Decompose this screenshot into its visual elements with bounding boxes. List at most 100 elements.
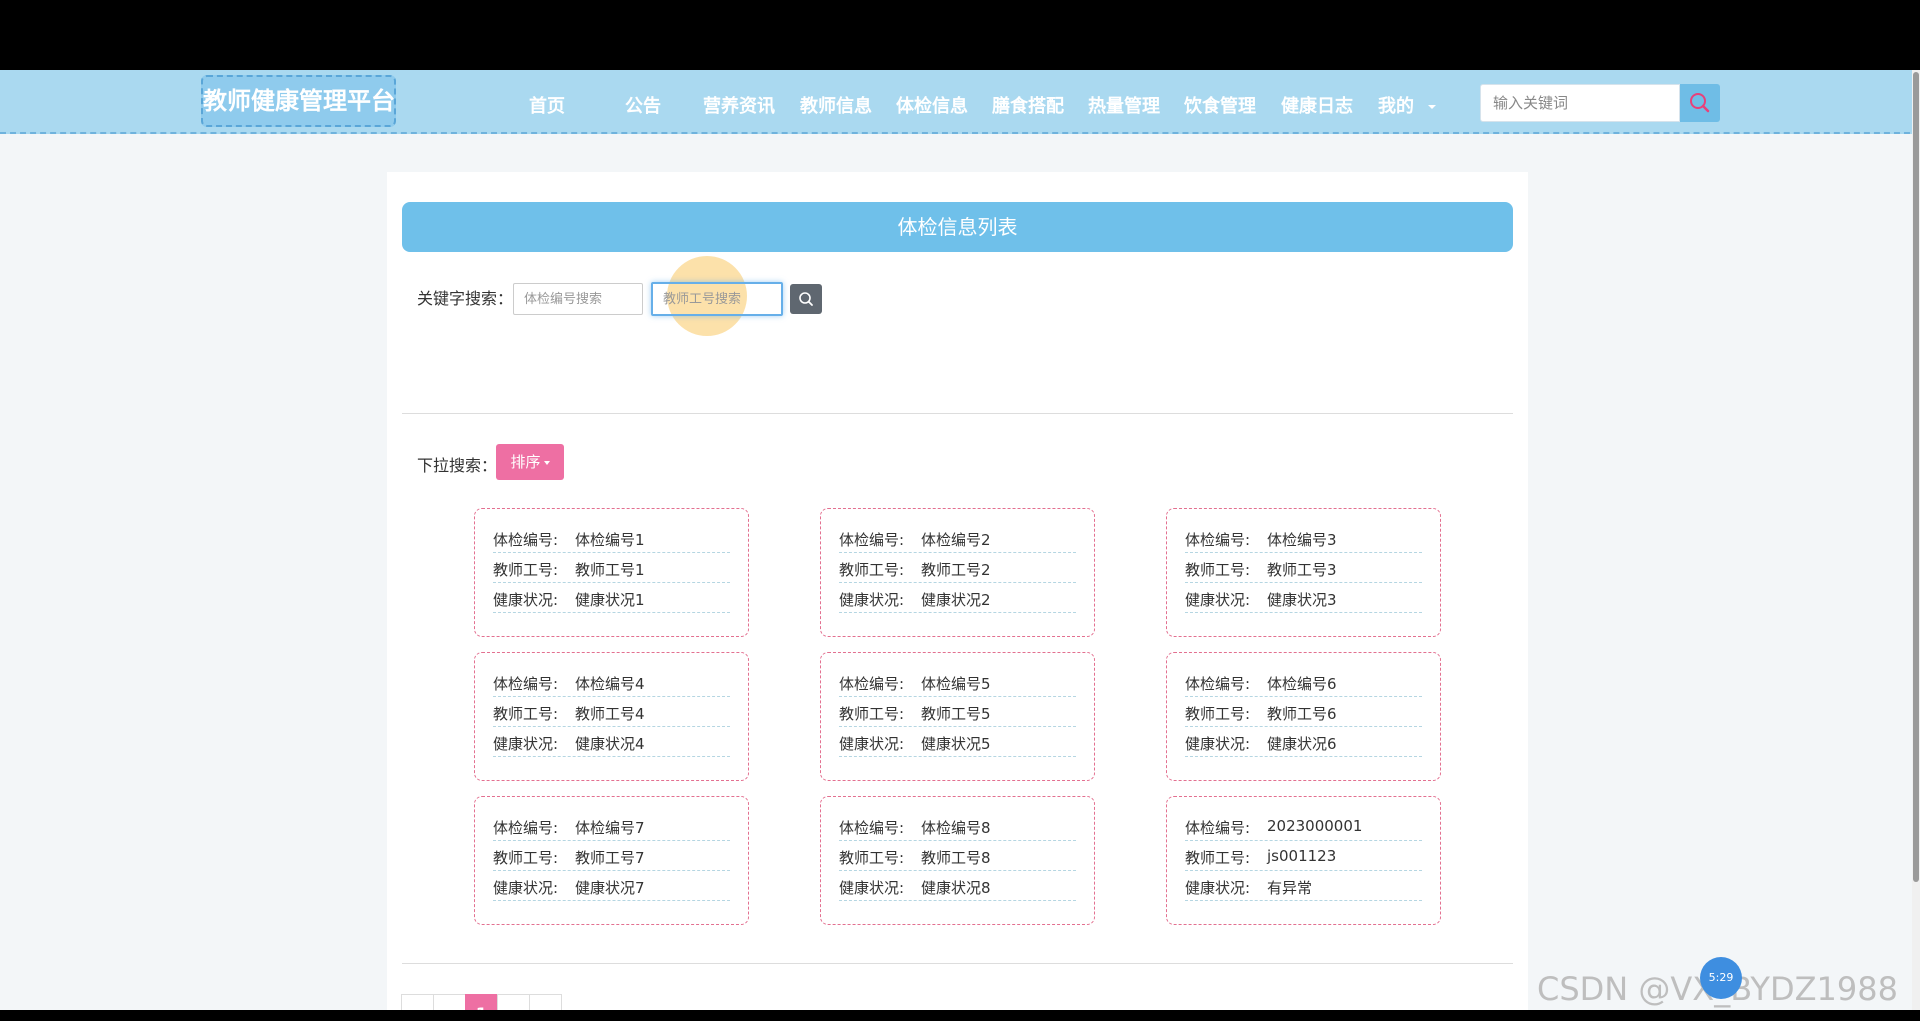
- card-row-teacher-no: 教师工号: 教师工号5: [839, 698, 1076, 727]
- card-row-exam-no: 体检编号: 体检编号1: [493, 524, 730, 553]
- nav-health-log[interactable]: 健康日志: [1281, 92, 1353, 118]
- field-label: 体检编号:: [493, 819, 559, 837]
- field-label: 教师工号:: [1185, 705, 1251, 723]
- header-search-input[interactable]: [1480, 84, 1680, 122]
- sort-dropdown-button[interactable]: 排序: [496, 444, 564, 480]
- field-label: 体检编号:: [1185, 531, 1251, 549]
- field-label: 教师工号:: [1185, 561, 1251, 579]
- exam-card[interactable]: 体检编号: 体检编号4 教师工号: 教师工号4 健康状况: 健康状况4: [474, 652, 749, 781]
- field-value: 健康状况4: [575, 735, 645, 753]
- card-row-exam-no: 体检编号: 体检编号4: [493, 668, 730, 697]
- card-row-health: 健康状况: 健康状况1: [493, 584, 730, 613]
- field-value: 健康状况6: [1267, 735, 1337, 753]
- chevron-down-icon: [1428, 105, 1436, 109]
- field-value: 健康状况3: [1267, 591, 1337, 609]
- nav-mine[interactable]: 我的: [1378, 92, 1436, 118]
- divider: [402, 413, 1513, 414]
- field-value: 体检编号2: [921, 531, 991, 549]
- field-label: 体检编号:: [839, 675, 905, 693]
- field-label: 教师工号:: [839, 561, 905, 579]
- card-row-health: 健康状况: 健康状况8: [839, 872, 1076, 901]
- field-value: 健康状况7: [575, 879, 645, 897]
- field-value: 教师工号3: [1267, 561, 1337, 579]
- exam-card[interactable]: 体检编号: 体检编号8 教师工号: 教师工号8 健康状况: 健康状况8: [820, 796, 1095, 925]
- field-label: 教师工号:: [493, 705, 559, 723]
- page-title: 体检信息列表: [402, 202, 1513, 252]
- field-value: js001123: [1267, 847, 1337, 865]
- card-row-teacher-no: 教师工号: 教师工号4: [493, 698, 730, 727]
- field-label: 体检编号:: [493, 675, 559, 693]
- site-logo[interactable]: 教师健康管理平台: [201, 75, 396, 127]
- card-row-health: 健康状况: 健康状况5: [839, 728, 1076, 757]
- nav-home[interactable]: 首页: [529, 92, 565, 118]
- field-value: 体检编号6: [1267, 675, 1337, 693]
- field-value: 教师工号4: [575, 705, 645, 723]
- page-last-button[interactable]: »: [529, 994, 562, 1010]
- field-label: 健康状况:: [839, 591, 905, 609]
- field-label: 健康状况:: [839, 879, 905, 897]
- field-label: 教师工号:: [493, 561, 559, 579]
- field-value: 2023000001: [1267, 817, 1363, 835]
- field-value: 健康状况1: [575, 591, 645, 609]
- card-row-teacher-no: 教师工号: js001123: [1185, 842, 1422, 871]
- vertical-scrollbar[interactable]: [1912, 70, 1920, 1010]
- field-label: 健康状况:: [1185, 591, 1251, 609]
- field-label: 健康状况:: [493, 879, 559, 897]
- exam-card[interactable]: 体检编号: 体检编号1 教师工号: 教师工号1 健康状况: 健康状况1: [474, 508, 749, 637]
- chevron-down-icon: [543, 460, 550, 465]
- field-label: 健康状况:: [1185, 735, 1251, 753]
- field-value: 教师工号6: [1267, 705, 1337, 723]
- card-row-health: 健康状况: 健康状况4: [493, 728, 730, 757]
- card-row-exam-no: 体检编号: 体检编号7: [493, 812, 730, 841]
- exam-card[interactable]: 体检编号: 体检编号6 教师工号: 教师工号6 健康状况: 健康状况6: [1166, 652, 1441, 781]
- card-row-exam-no: 体检编号: 体检编号3: [1185, 524, 1422, 553]
- field-label: 健康状况:: [493, 591, 559, 609]
- field-value: 体检编号7: [575, 819, 645, 837]
- nav-meal-plan[interactable]: 膳食搭配: [992, 92, 1064, 118]
- teacher-no-search-input[interactable]: [651, 282, 783, 316]
- page-next-button[interactable]: ›: [497, 994, 530, 1010]
- field-label: 教师工号:: [1185, 849, 1251, 867]
- page-prev-button[interactable]: ‹: [433, 994, 466, 1010]
- field-value: 体检编号1: [575, 531, 645, 549]
- nav-calorie[interactable]: 热量管理: [1088, 92, 1160, 118]
- field-label: 体检编号:: [839, 819, 905, 837]
- nav-diet[interactable]: 饮食管理: [1184, 92, 1256, 118]
- page-first-button[interactable]: «: [401, 994, 434, 1010]
- card-row-teacher-no: 教师工号: 教师工号8: [839, 842, 1076, 871]
- search-icon: [799, 292, 813, 306]
- floating-timer-bubble[interactable]: 5:29: [1700, 957, 1742, 999]
- card-row-exam-no: 体检编号: 体检编号8: [839, 812, 1076, 841]
- content-container: 体检信息列表 关键字搜索： 下拉搜索： 排序 体检编号:体检编号1 教师工号:教…: [387, 172, 1528, 1010]
- exam-card[interactable]: 体检编号: 体检编号3 教师工号: 教师工号3 健康状况: 健康状况3: [1166, 508, 1441, 637]
- exam-card[interactable]: 体检编号: 体检编号7 教师工号: 教师工号7 健康状况: 健康状况7: [474, 796, 749, 925]
- field-label: 体检编号:: [1185, 819, 1251, 837]
- field-value: 体检编号5: [921, 675, 991, 693]
- field-value: 健康状况8: [921, 879, 991, 897]
- exam-no-search-input[interactable]: [513, 283, 643, 315]
- card-row-health: 健康状况: 健康状况6: [1185, 728, 1422, 757]
- exam-card[interactable]: 体检编号: 2023000001 教师工号: js001123 健康状况: 有异常: [1166, 796, 1441, 925]
- exam-card[interactable]: 体检编号: 体检编号2 教师工号: 教师工号2 健康状况: 健康状况2: [820, 508, 1095, 637]
- page-viewport: 教师健康管理平台 首页 公告 营养资讯 教师信息 体检信息 膳食搭配 热量管理 …: [0, 70, 1920, 1010]
- exam-card[interactable]: 体检编号: 体检编号5 教师工号: 教师工号5 健康状况: 健康状况5: [820, 652, 1095, 781]
- card-row-teacher-no: 教师工号: 教师工号7: [493, 842, 730, 871]
- page-current-button[interactable]: 1: [465, 994, 498, 1010]
- search-icon: [1690, 93, 1710, 113]
- field-label: 健康状况:: [1185, 879, 1251, 897]
- keyword-search-button[interactable]: [790, 284, 822, 314]
- header-search-button[interactable]: [1680, 84, 1720, 122]
- field-label: 教师工号:: [839, 849, 905, 867]
- field-label: 体检编号:: [493, 531, 559, 549]
- card-row-teacher-no: 教师工号: 教师工号3: [1185, 554, 1422, 583]
- field-label: 健康状况:: [493, 735, 559, 753]
- nav-notice[interactable]: 公告: [625, 92, 661, 118]
- nav-mine-label: 我的: [1378, 96, 1414, 117]
- field-value: 教师工号1: [575, 561, 645, 579]
- scrollbar-thumb[interactable]: [1913, 72, 1919, 882]
- card-row-exam-no: 体检编号: 体检编号2: [839, 524, 1076, 553]
- card-row-health: 健康状况: 健康状况3: [1185, 584, 1422, 613]
- nav-teacher-info[interactable]: 教师信息: [800, 92, 872, 118]
- nav-nutrition[interactable]: 营养资讯: [703, 92, 775, 118]
- nav-exam-info[interactable]: 体检信息: [896, 92, 968, 118]
